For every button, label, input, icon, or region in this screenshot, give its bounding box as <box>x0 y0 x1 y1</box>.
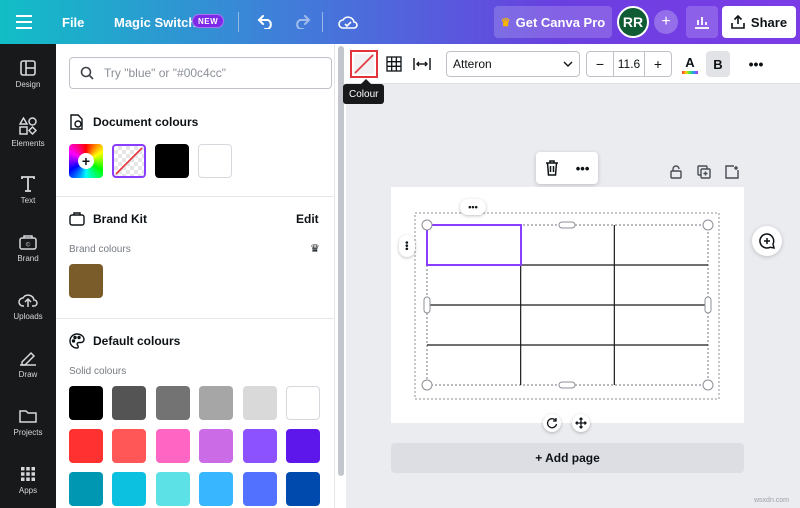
resize-handle[interactable] <box>423 296 431 314</box>
move-icon[interactable] <box>572 414 590 432</box>
resize-handle[interactable] <box>558 221 576 229</box>
resize-handle[interactable] <box>421 379 433 391</box>
group-bounds <box>414 212 720 400</box>
add-comment-icon[interactable] <box>752 226 782 256</box>
row-options-handle[interactable]: ••• <box>460 199 486 215</box>
selected-cell[interactable] <box>426 224 522 266</box>
rotate-icon[interactable] <box>543 414 561 432</box>
resize-handle[interactable] <box>702 379 714 391</box>
resize-handle[interactable] <box>704 296 712 314</box>
watermark: wsxdn.com <box>754 497 790 504</box>
add-page-button[interactable]: + Add page <box>391 443 744 473</box>
table[interactable] <box>427 225 708 385</box>
resize-handle[interactable] <box>558 381 576 389</box>
resize-handle[interactable] <box>702 219 714 231</box>
resize-handle[interactable] <box>421 219 433 231</box>
column-options-handle[interactable]: ••• <box>399 235 415 257</box>
